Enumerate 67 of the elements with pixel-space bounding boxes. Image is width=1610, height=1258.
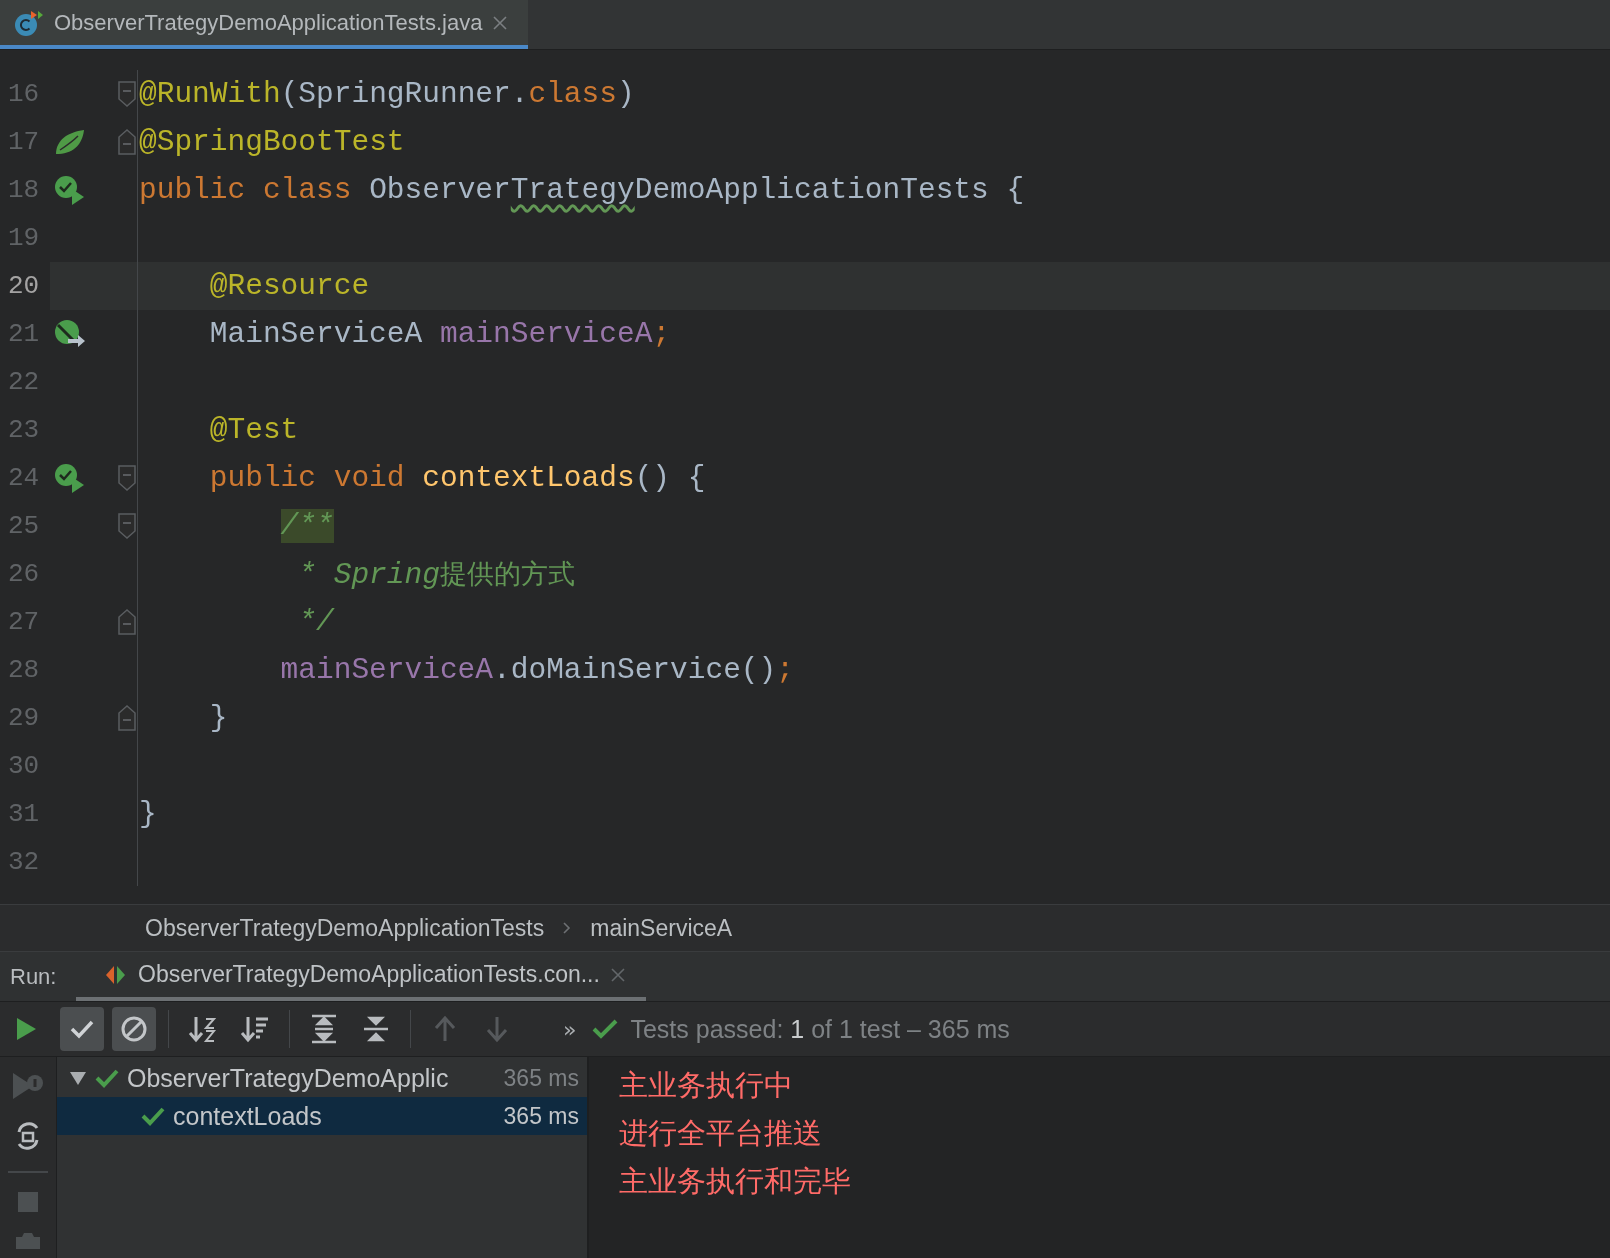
code-line: public void contextLoads() { (208, 460, 706, 497)
code-line: } (208, 700, 228, 737)
line-number: 27 (7, 606, 41, 639)
line-number: 18 (7, 174, 41, 207)
unfold-marker-icon[interactable] (117, 129, 136, 155)
test-status: Tests passed: 1 of 1 test – 365 ms (630, 1014, 1010, 1044)
arrow-down-icon (485, 1015, 509, 1043)
collapse-icon (362, 1014, 390, 1044)
arrow-up-icon (433, 1015, 457, 1043)
sort-alphabetical-icon (188, 1015, 218, 1043)
close-icon[interactable] (492, 14, 509, 31)
breadcrumb-item[interactable]: mainServiceA (590, 914, 733, 942)
line-number: 21 (7, 318, 41, 351)
more-button[interactable]: » (555, 1016, 585, 1042)
expand-icon (310, 1014, 338, 1044)
line-number: 26 (7, 558, 41, 591)
code-line: @RunWith(SpringRunner.class) (138, 76, 635, 113)
code-line: */ (297, 604, 334, 641)
line-number: 25 (7, 510, 41, 543)
show-ignored-button[interactable] (112, 1007, 156, 1051)
run-test-icon[interactable] (54, 175, 86, 205)
console-output-line: 进行全平台推送 (619, 1115, 823, 1152)
close-icon[interactable] (609, 966, 626, 983)
line-number: 16 (7, 78, 41, 111)
fold-marker-icon[interactable] (117, 465, 136, 491)
line-number: 31 (7, 798, 41, 831)
line-number: 17 (7, 126, 41, 159)
line-number: 20 (0, 262, 50, 310)
chevron-right-icon (562, 920, 573, 936)
class-file-icon (14, 8, 44, 37)
line-number: 22 (7, 366, 41, 399)
code-line: public class ObserverTrategyDemoApplicationTests { (138, 172, 1025, 209)
run-icon[interactable] (15, 1017, 37, 1041)
line-number: 19 (7, 222, 41, 255)
leaf-icon[interactable] (54, 128, 86, 156)
code-line: * Spring提供的方式 (297, 556, 575, 594)
line-number: 24 (7, 462, 41, 495)
unfold-marker-icon[interactable] (117, 705, 136, 731)
code-line: @Resource (208, 268, 370, 305)
check-icon (592, 1018, 619, 1040)
code-line: @SpringBootTest (138, 124, 405, 161)
line-number: 30 (7, 750, 41, 783)
code-line: mainServiceA.doMainService(); (279, 652, 794, 689)
no-entry-icon (120, 1015, 148, 1043)
editor-tab[interactable]: ObserverTrategyDemoApplicationTests.java (0, 0, 529, 49)
code-line: MainServiceA mainServiceA; (208, 316, 671, 353)
run-label: Run: (9, 962, 58, 991)
show-passed-button[interactable] (60, 1007, 104, 1051)
line-number: 28 (7, 654, 41, 687)
unfold-marker-icon[interactable] (117, 609, 136, 635)
caret-down-icon[interactable] (69, 1070, 87, 1086)
console-output-line: 主业务执行中 (619, 1067, 794, 1104)
code-line: } (138, 796, 157, 833)
autowired-icon[interactable] (54, 319, 86, 349)
run-test-icon[interactable] (54, 463, 86, 493)
fold-marker-icon[interactable] (117, 513, 136, 539)
console-output-line: 主业务执行和完毕 (619, 1163, 852, 1200)
fold-marker-icon[interactable] (117, 81, 136, 107)
checkmark-icon (69, 1018, 95, 1040)
sort-descending-icon (240, 1015, 270, 1043)
breadcrumb-item[interactable]: ObserverTrategyDemoApplicationTests (145, 914, 545, 942)
line-number: 23 (7, 414, 41, 447)
test-tree-row[interactable]: contextLoads 365 ms (57, 1097, 587, 1135)
code-line: @Test (208, 412, 299, 449)
test-tree-row[interactable]: ObserverTrategyDemoApplic 365 ms (57, 1059, 587, 1097)
line-number: 29 (7, 702, 41, 735)
line-number: 32 (7, 846, 41, 879)
